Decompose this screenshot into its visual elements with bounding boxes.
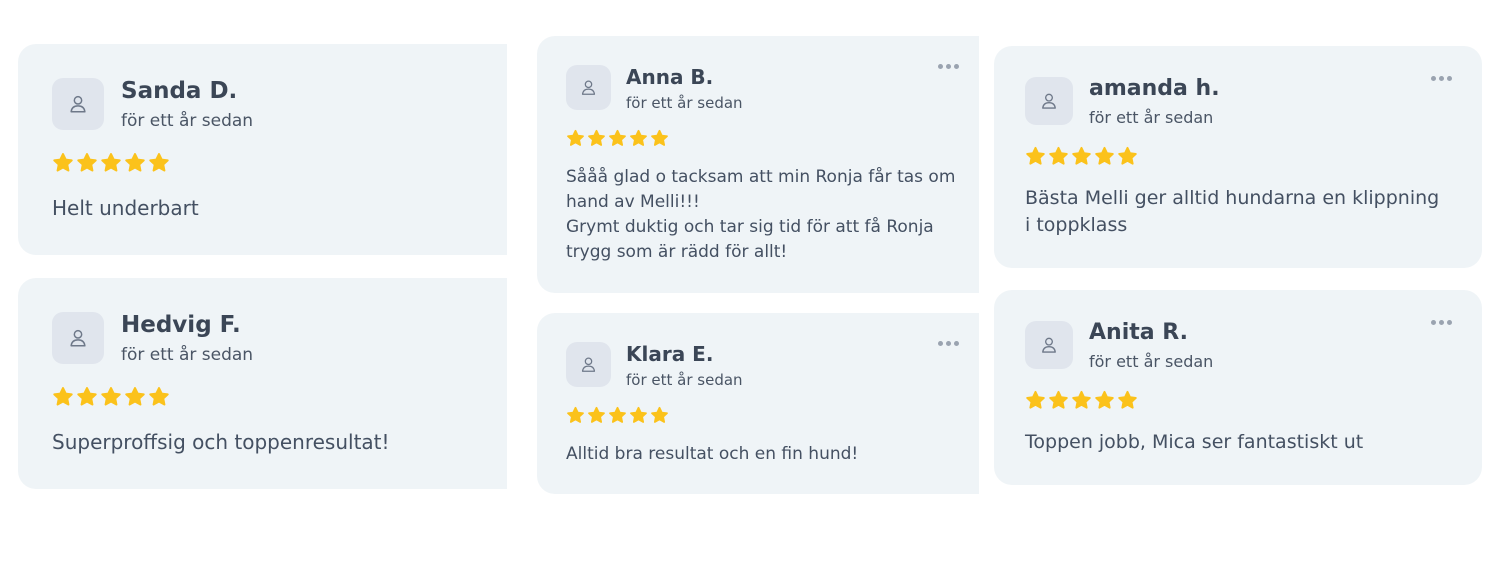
review-card: amanda h. för ett år sedan Bästa Melli g…: [994, 46, 1482, 268]
star-icon: [1095, 390, 1114, 409]
star-icon: [77, 153, 97, 172]
user-icon: [52, 312, 104, 364]
star-icon: [588, 406, 605, 423]
star-rating: [52, 152, 170, 174]
star-icon: [1118, 146, 1137, 165]
reviewer-name: Hedvig F.: [121, 312, 241, 338]
star-icon: [101, 387, 121, 406]
reviewer-name: Sanda D.: [121, 78, 238, 104]
star-icon: [609, 129, 626, 146]
star-icon: [149, 387, 169, 406]
review-card: Hedvig F. för ett år sedan Superproffsig…: [18, 278, 507, 489]
star-icon: [1026, 390, 1045, 409]
star-icon: [1072, 146, 1091, 165]
star-icon: [1026, 146, 1045, 165]
user-icon: [52, 78, 104, 130]
review-text: Bästa Melli ger alltid hundarna en klipp…: [1025, 187, 1440, 236]
star-icon: [53, 153, 73, 172]
review-card: Klara E. för ett år sedan Alltid bra res…: [537, 313, 979, 494]
star-icon: [1072, 390, 1091, 409]
star-icon: [1118, 390, 1137, 409]
person-glyph: [581, 357, 596, 372]
review-text: Toppen jobb, Mica ser fantastiskt ut: [1025, 431, 1364, 453]
review-card: Sanda D. för ett år sedan Helt underbart: [18, 44, 507, 255]
star-rating: [566, 129, 669, 148]
review-column-2: Anna B. för ett år sedan Sååå glad o tac…: [507, 0, 979, 562]
star-icon: [651, 129, 668, 146]
review-column-1: Sanda D. för ett år sedan Helt underbart…: [0, 0, 507, 562]
reviewer-name: Klara E.: [626, 342, 714, 366]
star-rating: [1025, 390, 1138, 411]
person-glyph: [70, 95, 86, 113]
star-icon: [1095, 146, 1114, 165]
star-rating: [566, 406, 669, 425]
review-text: Alltid bra resultat och en fin hund!: [566, 444, 859, 464]
star-icon: [567, 406, 584, 423]
star-icon: [609, 406, 626, 423]
user-icon: [1025, 321, 1073, 369]
star-icon: [630, 406, 647, 423]
star-icon: [567, 129, 584, 146]
star-icon: [1049, 146, 1068, 165]
review-text: Helt underbart: [52, 196, 199, 220]
star-icon: [125, 387, 145, 406]
reviewer-name: Anna B.: [626, 65, 714, 89]
star-rating: [52, 386, 170, 408]
star-icon: [101, 153, 121, 172]
user-icon: [1025, 77, 1073, 125]
review-text: Sååå glad o tacksam att min Ronja får ta…: [566, 167, 956, 262]
person-glyph: [70, 329, 86, 347]
reviewer-name: Anita R.: [1089, 320, 1188, 345]
more-options-icon[interactable]: [1431, 72, 1452, 85]
star-icon: [77, 387, 97, 406]
review-time: för ett år sedan: [1089, 108, 1214, 127]
review-time: för ett år sedan: [121, 345, 254, 365]
star-icon: [651, 406, 668, 423]
review-text: Superproffsig och toppenresultat!: [52, 430, 390, 454]
review-card: Anita R. för ett år sedan Toppen jobb, M…: [994, 290, 1482, 485]
reviewer-name: amanda h.: [1089, 76, 1220, 101]
person-glyph: [581, 80, 596, 95]
star-icon: [588, 129, 605, 146]
star-icon: [53, 387, 73, 406]
review-time: för ett år sedan: [626, 371, 743, 389]
star-icon: [125, 153, 145, 172]
star-rating: [1025, 146, 1138, 167]
more-options-icon[interactable]: [938, 60, 959, 73]
user-icon: [566, 65, 611, 110]
star-icon: [1049, 390, 1068, 409]
person-glyph: [1042, 337, 1056, 353]
review-time: för ett år sedan: [1089, 352, 1214, 371]
more-options-icon[interactable]: [1431, 316, 1452, 329]
review-card: Anna B. för ett år sedan Sååå glad o tac…: [537, 36, 979, 293]
more-options-icon[interactable]: [938, 337, 959, 350]
review-time: för ett år sedan: [121, 111, 254, 131]
user-icon: [566, 342, 611, 387]
star-icon: [149, 153, 169, 172]
review-time: för ett år sedan: [626, 94, 743, 112]
person-glyph: [1042, 93, 1056, 109]
star-icon: [630, 129, 647, 146]
